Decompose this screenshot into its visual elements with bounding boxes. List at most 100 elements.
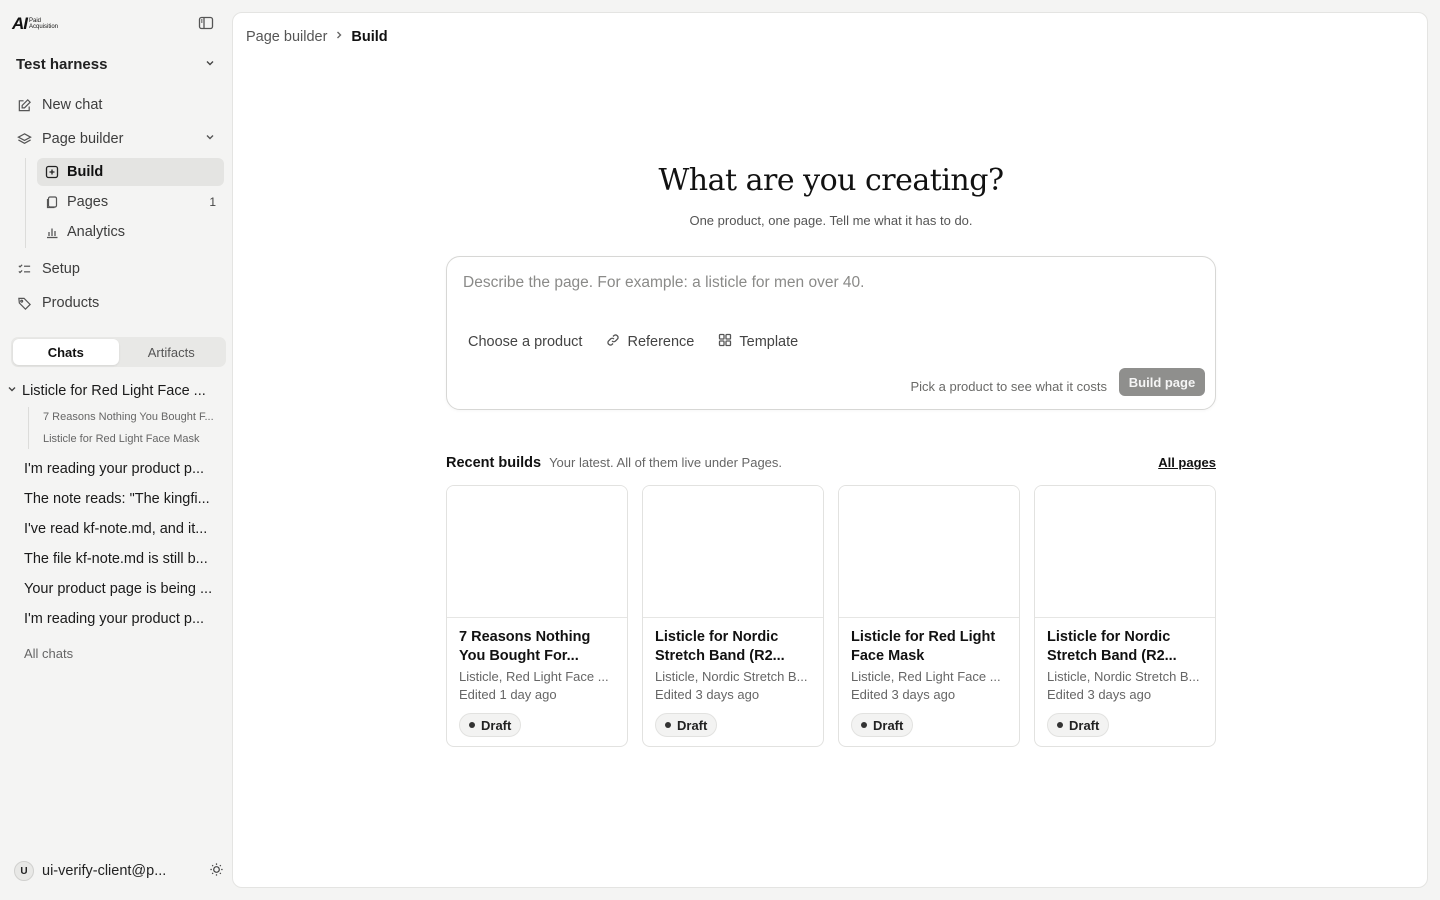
status-label: Draft	[1069, 717, 1100, 733]
build-card-meta: Listicle, Red Light Face ...	[459, 669, 609, 684]
chat-group-divider	[28, 407, 29, 449]
subnav-divider	[25, 158, 26, 248]
build-card-edited: Edited 3 days ago	[655, 687, 760, 702]
nav-setup-label: Setup	[42, 261, 80, 277]
template-label: Template	[739, 334, 799, 350]
user-menu[interactable]: U ui-verify-client@p...	[14, 860, 224, 882]
status-badge: Draft	[655, 713, 718, 737]
chevron-down-icon	[204, 56, 216, 73]
nav-new-chat[interactable]: New chat	[8, 91, 224, 119]
logo-text: Paid Acquisition	[29, 18, 58, 30]
build-card-title: Listicle for Nordic Stretch Band (R2...	[655, 629, 785, 664]
chat-item[interactable]: Your product page is being ...	[24, 581, 220, 597]
build-card[interactable]: Listicle for Nordic Stretch Band (R2... …	[642, 485, 824, 747]
template-button[interactable]: Template	[711, 329, 805, 355]
nav-new-chat-label: New chat	[42, 97, 103, 113]
all-pages-link[interactable]: All pages	[1158, 455, 1216, 470]
tab-artifacts[interactable]: Artifacts	[119, 339, 225, 365]
chats-artifacts-toggle: Chats Artifacts	[11, 337, 226, 367]
status-badge: Draft	[851, 713, 914, 737]
composer-options: Choose a product Reference Template	[461, 329, 805, 355]
build-card[interactable]: 7 Reasons Nothing You Bought For... List…	[446, 485, 628, 747]
chat-item[interactable]: I've read kf-note.md, and it...	[24, 521, 220, 537]
chat-sub-item[interactable]: 7 Reasons Nothing You Bought F...	[43, 411, 218, 423]
status-badge: Draft	[1047, 713, 1110, 737]
build-card-thumbnail	[839, 486, 1019, 618]
status-dot-icon	[861, 722, 867, 728]
page-description-input[interactable]	[463, 274, 1193, 292]
reference-button[interactable]: Reference	[599, 329, 701, 355]
status-badge: Draft	[459, 713, 522, 737]
nav-products[interactable]: Products	[8, 289, 224, 317]
chat-item[interactable]: The note reads: "The kingfi...	[24, 491, 220, 507]
status-label: Draft	[481, 717, 512, 733]
tab-chats[interactable]: Chats	[13, 339, 119, 365]
cost-hint: Pick a product to see what it costs	[910, 379, 1107, 394]
choose-product-button[interactable]: Choose a product	[461, 329, 589, 355]
nav-setup[interactable]: Setup	[8, 255, 224, 283]
nav-pages-label: Pages	[67, 194, 109, 210]
status-label: Draft	[677, 717, 708, 733]
status-dot-icon	[665, 722, 671, 728]
grid-icon	[718, 333, 732, 351]
status-label: Draft	[873, 717, 904, 733]
status-dot-icon	[469, 722, 475, 728]
nav-build[interactable]: Build	[37, 158, 224, 186]
chat-sub-item[interactable]: Listicle for Red Light Face Mask	[43, 433, 218, 445]
chevron-down-icon[interactable]	[6, 383, 18, 399]
sidebar-toggle-icon[interactable]	[198, 15, 214, 31]
chevron-right-icon	[333, 29, 345, 45]
build-card-meta: Listicle, Red Light Face ...	[851, 669, 1001, 684]
page-title: What are you creating?	[658, 163, 1004, 198]
build-card-title: 7 Reasons Nothing You Bought For...	[459, 629, 591, 664]
status-dot-icon	[1057, 722, 1063, 728]
build-card-thumbnail	[447, 486, 627, 618]
pages-icon	[45, 195, 59, 209]
build-card-edited: Edited 3 days ago	[1047, 687, 1152, 702]
build-card[interactable]: Listicle for Red Light Face Mask Listicl…	[838, 485, 1020, 747]
recent-builds-list: 7 Reasons Nothing You Bought For... List…	[446, 485, 1216, 747]
bar-chart-icon	[45, 225, 59, 239]
nav-analytics[interactable]: Analytics	[37, 218, 224, 246]
nav-pages[interactable]: Pages 1	[37, 188, 224, 216]
main-panel: Page builder Build What are you creating…	[232, 12, 1428, 888]
sidebar: AI Paid Acquisition Test harness New cha…	[0, 0, 232, 900]
reference-label: Reference	[627, 334, 695, 350]
nav-build-label: Build	[67, 164, 104, 180]
chat-item[interactable]: I'm reading your product p...	[24, 461, 220, 477]
pages-count-badge: 1	[209, 195, 216, 209]
workspace-name: Test harness	[16, 55, 108, 73]
chat-item[interactable]: I'm reading your product p...	[24, 611, 220, 627]
chat-group-title: Listicle for Red Light Face ...	[22, 383, 206, 399]
breadcrumb: Page builder Build	[246, 29, 388, 45]
recent-builds-subtitle: Your latest. All of them live under Page…	[549, 455, 783, 470]
tag-icon	[16, 295, 32, 311]
user-email: ui-verify-client@p...	[42, 863, 167, 879]
choose-product-label: Choose a product	[468, 334, 583, 350]
build-card-edited: Edited 1 day ago	[459, 687, 557, 702]
composer: Choose a product Reference Template Pick…	[446, 256, 1216, 410]
all-chats-link[interactable]: All chats	[24, 646, 73, 661]
sun-icon[interactable]	[209, 862, 224, 881]
build-card-edited: Edited 3 days ago	[851, 687, 956, 702]
recent-builds-title: Recent builds	[446, 455, 542, 471]
build-card-thumbnail	[1035, 486, 1215, 618]
chat-group[interactable]: Listicle for Red Light Face ...	[6, 380, 226, 402]
nav-page-builder[interactable]: Page builder	[8, 125, 224, 153]
build-card-title: Listicle for Nordic Stretch Band (R2...	[1047, 629, 1177, 664]
build-card-thumbnail	[643, 486, 823, 618]
build-page-button[interactable]: Build page	[1119, 368, 1205, 396]
page-subtitle: One product, one page. Tell me what it h…	[689, 213, 973, 228]
breadcrumb-parent[interactable]: Page builder	[246, 29, 327, 45]
build-card-meta: Listicle, Nordic Stretch B...	[1047, 669, 1200, 684]
chat-item[interactable]: The file kf-note.md is still b...	[24, 551, 220, 567]
workspace-switcher[interactable]: Test harness	[8, 52, 224, 76]
logo[interactable]: AI Paid Acquisition	[12, 14, 58, 34]
logo-mark: AI	[12, 14, 28, 33]
nav-products-label: Products	[42, 295, 100, 311]
checklist-icon	[16, 261, 32, 277]
layers-icon	[16, 131, 32, 147]
link-icon	[606, 333, 620, 351]
breadcrumb-current: Build	[351, 29, 388, 45]
build-card[interactable]: Listicle for Nordic Stretch Band (R2... …	[1034, 485, 1216, 747]
